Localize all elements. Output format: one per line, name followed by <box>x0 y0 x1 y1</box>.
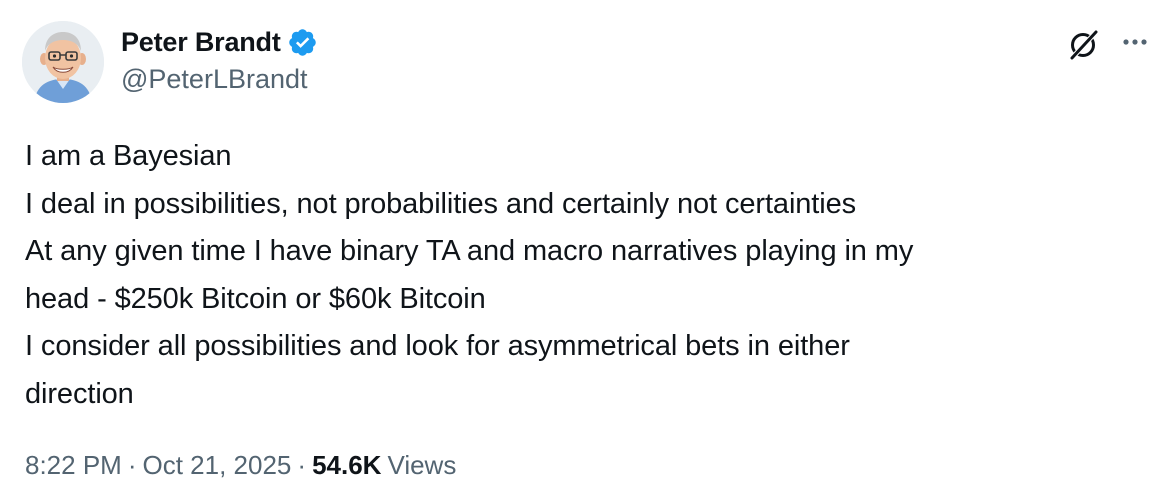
avatar[interactable] <box>22 21 104 103</box>
tweet-text-line: At any given time I have binary TA and m… <box>25 235 914 267</box>
author-name-row: Peter Brandt <box>121 24 318 60</box>
tweet-text-line: I am a Bayesian <box>25 140 232 172</box>
tweet-text: I am a Bayesian I deal in possibilities,… <box>25 133 1135 418</box>
author-display-name[interactable]: Peter Brandt <box>121 27 281 58</box>
separator: · <box>297 450 307 480</box>
tweet-metadata: 8:22 PM · Oct 21, 2025 · 54.6K Views <box>25 450 456 481</box>
author-handle[interactable]: @PeterLBrandt <box>121 64 308 95</box>
grok-icon <box>1070 30 1098 60</box>
views-label: Views <box>387 450 457 480</box>
tweet-date[interactable]: Oct 21, 2025 <box>143 450 292 480</box>
tweet-text-line: direction <box>25 377 134 410</box>
avatar-illustration <box>22 21 104 103</box>
views-count: 54.6K <box>312 450 382 480</box>
separator: · <box>127 450 137 480</box>
grok-button[interactable] <box>1066 26 1102 62</box>
more-options-button[interactable] <box>1118 30 1152 54</box>
verified-badge-icon[interactable] <box>287 27 318 58</box>
tweet-text-line: I consider all possibilities and look fo… <box>25 330 850 362</box>
more-icon <box>1123 39 1147 45</box>
tweet-text-line: I deal in possibilities, not probabiliti… <box>25 187 857 220</box>
tweet-text-line: head - $250k Bitcoin or $60k Bitcoin <box>25 282 486 315</box>
tweet-card[interactable]: Peter Brandt @PeterLBrandt I am a Bayesi… <box>0 0 1176 504</box>
tweet-time[interactable]: 8:22 PM <box>25 450 122 480</box>
